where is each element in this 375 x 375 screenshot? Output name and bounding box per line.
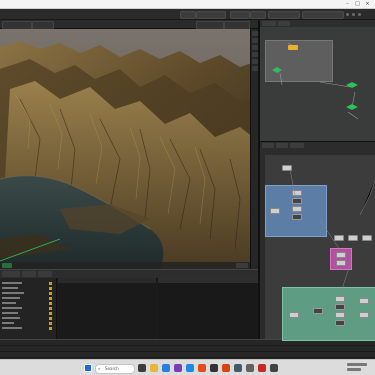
node[interactable] xyxy=(335,304,345,310)
timeline-bar[interactable] xyxy=(0,339,375,359)
list-item[interactable] xyxy=(2,302,52,305)
node[interactable] xyxy=(270,208,280,214)
tab-geo[interactable] xyxy=(290,143,304,148)
node[interactable] xyxy=(359,312,369,318)
desktop-selector[interactable] xyxy=(180,11,196,19)
start-icon[interactable] xyxy=(84,364,92,372)
toolbar-field[interactable] xyxy=(230,11,250,19)
toolbar-field[interactable] xyxy=(268,11,300,19)
file-explorer-icon[interactable] xyxy=(150,364,158,372)
list-item[interactable] xyxy=(2,307,52,310)
node[interactable] xyxy=(335,320,345,326)
list-item[interactable] xyxy=(2,282,52,285)
list-item[interactable] xyxy=(2,292,52,295)
spreadsheet-header xyxy=(58,278,156,283)
settings-icon[interactable] xyxy=(346,13,349,16)
search-placeholder: Search xyxy=(105,366,119,371)
network-pane xyxy=(258,20,375,341)
timeline-row xyxy=(0,352,375,358)
status-button[interactable] xyxy=(236,263,248,268)
edge-icon[interactable] xyxy=(162,364,170,372)
close-button[interactable]: × xyxy=(364,1,371,7)
network-box-pink[interactable] xyxy=(330,248,352,270)
app-icon[interactable] xyxy=(210,364,218,372)
node[interactable] xyxy=(292,190,302,196)
tab-params-2[interactable] xyxy=(276,143,288,148)
lower-panel xyxy=(0,269,258,340)
network-box-green[interactable] xyxy=(282,287,375,341)
node[interactable] xyxy=(292,214,302,220)
app-icon[interactable] xyxy=(174,364,182,372)
node[interactable] xyxy=(335,312,345,318)
network-box-blue[interactable] xyxy=(265,185,327,237)
toolbar-field[interactable] xyxy=(250,11,266,19)
network-editor-bottom[interactable] xyxy=(260,155,375,341)
node[interactable] xyxy=(289,312,299,318)
node[interactable] xyxy=(313,308,323,314)
detail-area[interactable] xyxy=(158,278,258,340)
tab-params[interactable] xyxy=(278,21,290,26)
viewport-pane-header xyxy=(0,20,258,30)
node[interactable] xyxy=(292,206,302,212)
search-icon: ⌕ xyxy=(98,366,101,371)
node[interactable] xyxy=(272,67,282,73)
node[interactable] xyxy=(334,235,344,241)
node[interactable] xyxy=(282,165,292,171)
node-graph-top xyxy=(272,42,359,120)
node[interactable] xyxy=(292,198,302,204)
3d-viewport[interactable] xyxy=(0,29,258,269)
node[interactable] xyxy=(362,235,372,241)
list-item[interactable] xyxy=(2,297,52,300)
list-item[interactable] xyxy=(2,322,52,325)
app-icon[interactable] xyxy=(186,364,194,372)
node[interactable] xyxy=(346,82,358,88)
tab-lower-1[interactable] xyxy=(2,271,20,277)
node[interactable] xyxy=(336,260,346,266)
viewport-side-toolbar xyxy=(250,29,258,269)
node[interactable] xyxy=(359,298,369,304)
tab-network[interactable] xyxy=(262,21,276,26)
help-icon[interactable] xyxy=(352,13,355,16)
app-icon[interactable] xyxy=(234,364,242,372)
node[interactable] xyxy=(346,104,358,110)
taskbar-search-input[interactable]: ⌕ Search xyxy=(95,364,135,374)
windows-taskbar: ⌕ Search xyxy=(0,359,375,375)
tab-lower-2[interactable] xyxy=(22,271,36,277)
viewport-status-bar xyxy=(0,262,250,269)
window-titlebar: – □ × xyxy=(0,0,375,9)
app-icon[interactable] xyxy=(258,364,266,372)
network-editor-top[interactable] xyxy=(260,27,375,141)
desktop-dropdown[interactable] xyxy=(196,11,226,19)
main-menubar xyxy=(0,9,375,20)
minimize-button[interactable]: – xyxy=(344,1,351,7)
node[interactable] xyxy=(288,45,298,50)
terrain-render xyxy=(0,29,258,269)
window-title xyxy=(4,1,28,6)
node[interactable] xyxy=(335,296,345,302)
detail-header xyxy=(158,278,258,283)
parameter-list xyxy=(0,278,57,340)
list-item[interactable] xyxy=(2,327,52,330)
list-item[interactable] xyxy=(2,312,52,315)
node[interactable] xyxy=(348,235,358,241)
list-item[interactable] xyxy=(2,317,52,320)
maximize-button[interactable]: □ xyxy=(354,1,361,7)
status-indicator xyxy=(2,263,12,268)
task-view-icon[interactable] xyxy=(138,364,146,372)
toolbar-field[interactable] xyxy=(302,11,344,19)
node[interactable] xyxy=(336,252,346,258)
user-icon[interactable] xyxy=(358,13,361,16)
system-tray[interactable] xyxy=(347,363,371,373)
tab-network-2[interactable] xyxy=(262,143,274,148)
houdini-icon[interactable] xyxy=(222,364,230,372)
app-icon[interactable] xyxy=(246,364,254,372)
list-item[interactable] xyxy=(2,287,52,290)
tab-lower-3[interactable] xyxy=(38,271,52,277)
app-icon[interactable] xyxy=(198,364,206,372)
app-icon[interactable] xyxy=(270,364,278,372)
spreadsheet-area[interactable] xyxy=(58,278,156,340)
network-shelf xyxy=(260,155,265,339)
